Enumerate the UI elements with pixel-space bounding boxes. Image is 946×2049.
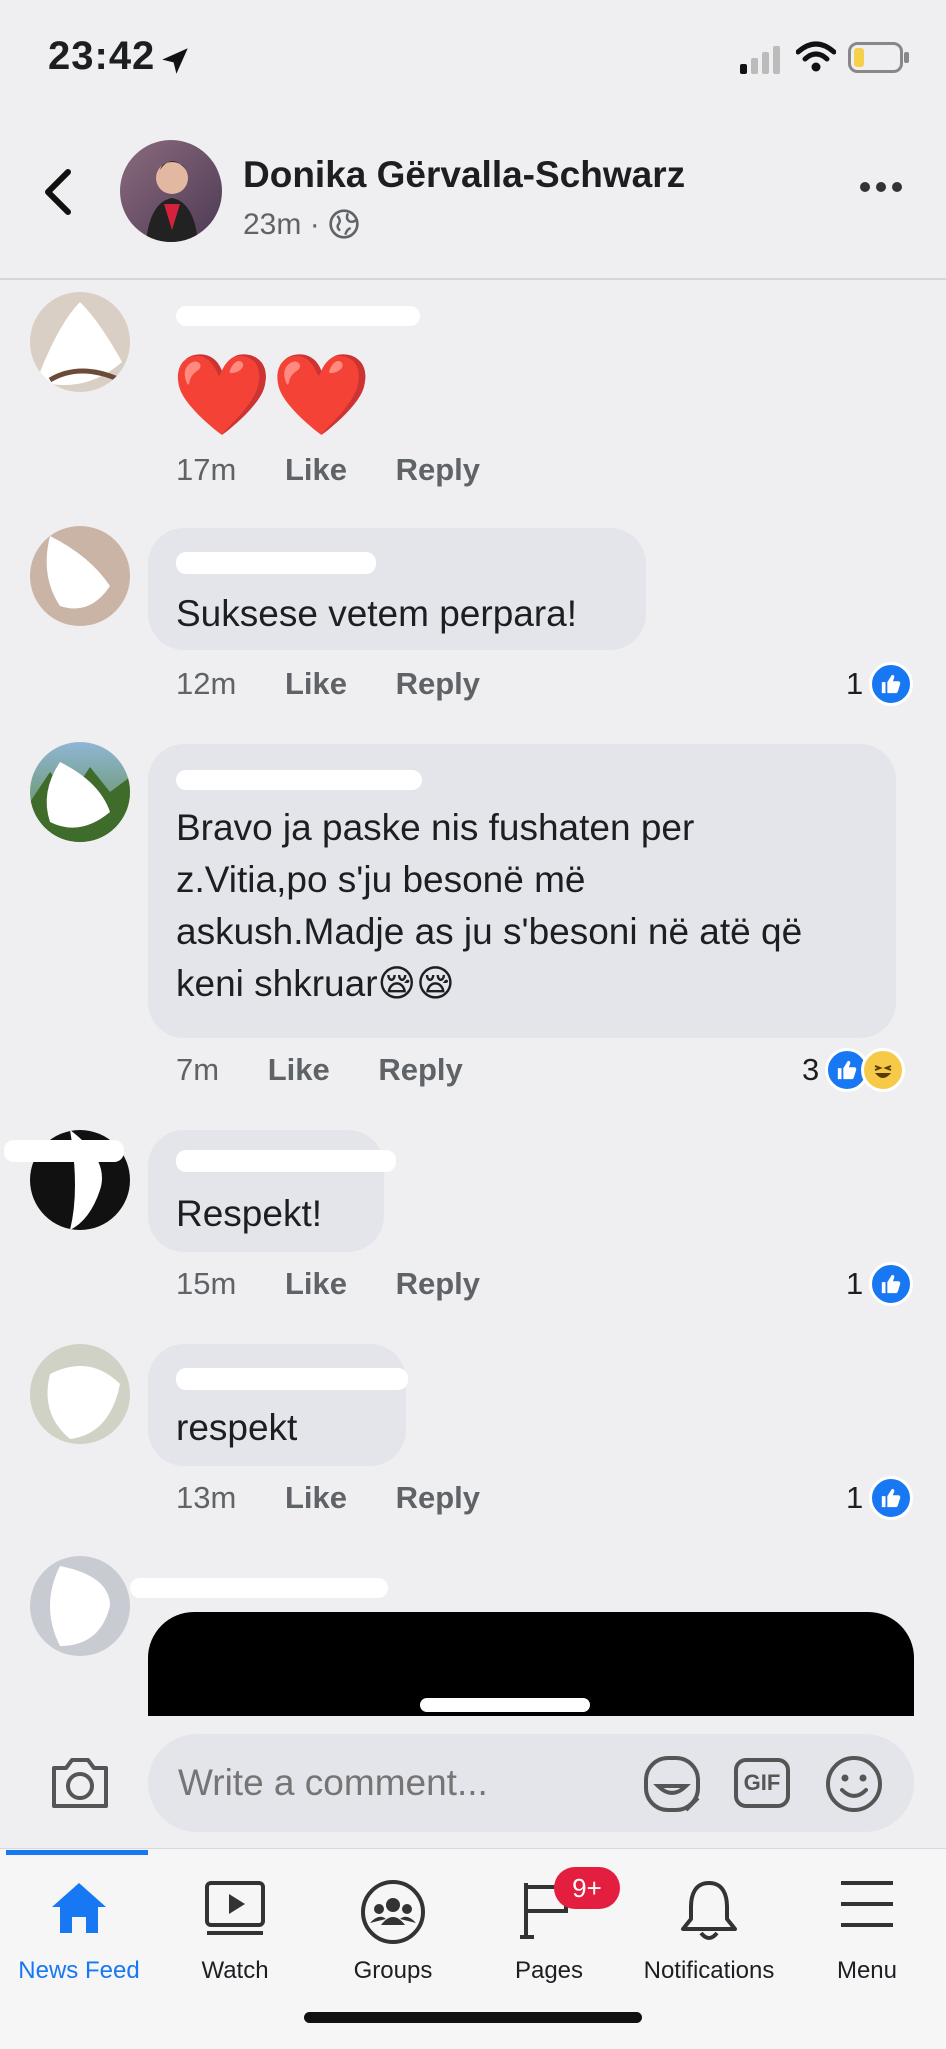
comment-time: 12m	[176, 666, 237, 701]
redacted-avatar-icon	[46, 536, 110, 609]
reaction-count: 1	[846, 1266, 864, 1301]
comment-text: ❤️❤️	[172, 350, 372, 439]
redacted-author-name	[130, 1578, 388, 1598]
tab-label: Groups	[353, 1957, 433, 1984]
reaction-summary[interactable]: 1	[846, 1262, 914, 1306]
back-chevron-icon[interactable]	[40, 168, 76, 216]
meta-separator: ·	[309, 208, 320, 241]
post-meta: 23m ·	[243, 208, 360, 242]
signal-icon	[740, 46, 780, 74]
tab-pages[interactable]: 9+ Pages	[470, 1849, 628, 1999]
reaction-count: 1	[846, 1480, 864, 1515]
thumbs-up-icon	[869, 1262, 914, 1306]
tab-label: Notifications	[643, 1957, 775, 1984]
reply-link[interactable]: Reply	[378, 1052, 462, 1087]
comment-actions: 17m Like Reply	[176, 452, 480, 488]
redacted-avatar-icon	[47, 1366, 120, 1439]
gif-button[interactable]: GIF	[734, 1758, 790, 1808]
reply-link[interactable]: Reply	[396, 1480, 480, 1515]
commenter-avatar[interactable]	[30, 742, 130, 842]
comment-text: Suksese vetem perpara!	[176, 593, 578, 634]
redacted-author-name	[176, 1150, 396, 1172]
comment-actions: 12m Like Reply	[176, 666, 480, 702]
avatar-sticker-icon[interactable]	[640, 1752, 704, 1816]
post-age: 23m	[243, 208, 302, 241]
tab-news-feed[interactable]: News Feed	[0, 1849, 158, 1999]
globe-icon	[329, 209, 359, 239]
like-link[interactable]: Like	[285, 1266, 347, 1301]
post-author-name[interactable]: Donika Gërvalla-Schwarz	[243, 154, 685, 196]
comment-text: respekt	[176, 1407, 298, 1448]
tab-notifications[interactable]: Notifications	[630, 1849, 788, 1999]
tab-label: News Feed	[18, 1957, 140, 1984]
haha-icon	[861, 1048, 906, 1092]
commenter-avatar[interactable]	[30, 1556, 130, 1656]
emoji-icon[interactable]	[824, 1754, 884, 1814]
active-tab-indicator	[6, 1850, 148, 1855]
bell-icon	[681, 1881, 737, 1940]
tab-label: Watch	[201, 1957, 269, 1984]
redacted-mark	[4, 1140, 124, 1162]
location-arrow-icon	[162, 48, 188, 74]
wifi-icon	[796, 41, 836, 72]
commenter-avatar[interactable]	[30, 1344, 130, 1444]
hamburger-icon	[841, 1881, 893, 1927]
tab-label: Pages	[514, 1957, 584, 1984]
commenter-avatar[interactable]	[30, 292, 130, 392]
reaction-summary[interactable]: 1	[846, 1476, 914, 1520]
person-photo-icon	[146, 161, 198, 242]
redacted-author-name	[176, 306, 420, 326]
redacted-author-name	[176, 770, 422, 790]
redacted-mark	[420, 1698, 590, 1712]
like-link[interactable]: Like	[268, 1052, 330, 1087]
comment-text: Bravo ja paske nis fushaten per z.Vitia,…	[176, 802, 802, 1010]
comment-time: 17m	[176, 452, 237, 487]
post-author-avatar[interactable]	[120, 140, 222, 242]
home-icon	[52, 1883, 106, 1933]
redacted-avatar-icon	[50, 1566, 110, 1646]
redacted-author-name	[176, 1368, 408, 1390]
comment-actions: 7m Like Reply	[176, 1052, 463, 1088]
reaction-summary[interactable]: 3	[802, 1048, 906, 1092]
comment-time: 13m	[176, 1480, 237, 1515]
camera-icon[interactable]	[48, 1754, 112, 1812]
reply-link[interactable]: Reply	[396, 1266, 480, 1301]
reaction-summary[interactable]: 1	[846, 662, 914, 706]
header-divider	[0, 278, 946, 280]
reply-link[interactable]: Reply	[396, 452, 480, 487]
reaction-count: 3	[802, 1052, 820, 1087]
redacted-avatar-icon	[30, 762, 130, 842]
status-time: 23:42	[48, 34, 156, 78]
like-link[interactable]: Like	[285, 666, 347, 701]
comment-text-line: keni shkruar😪😪	[176, 963, 455, 1004]
comment-actions: 15m Like Reply	[176, 1266, 480, 1302]
comment-text-line: z.Vitia,po s'ju besonë më	[176, 859, 586, 900]
watch-icon	[205, 1881, 265, 1935]
reply-link[interactable]: Reply	[396, 666, 480, 701]
reaction-count: 1	[846, 666, 864, 701]
redacted-author-name	[176, 552, 376, 574]
tab-groups[interactable]: Groups	[314, 1849, 472, 1999]
comment-input[interactable]	[148, 1734, 914, 1832]
like-link[interactable]: Like	[285, 1480, 347, 1515]
thumbs-up-icon	[869, 1476, 914, 1520]
comment-text-line: askush.Madje as ju s'besoni në atë që	[176, 911, 803, 952]
tab-label: Menu	[836, 1957, 898, 1984]
groups-icon	[361, 1880, 425, 1944]
comment-time: 7m	[176, 1052, 220, 1087]
comment-text: Respekt!	[176, 1193, 323, 1234]
comment-time: 15m	[176, 1266, 237, 1301]
thumbs-up-icon	[869, 662, 914, 706]
commenter-avatar[interactable]	[30, 526, 130, 626]
battery-icon	[848, 42, 909, 73]
comment-text-line: Bravo ja paske nis fushaten per	[176, 807, 695, 848]
pages-notification-badge: 9+	[554, 1867, 620, 1909]
home-indicator	[304, 2012, 642, 2023]
tab-menu[interactable]: Menu	[788, 1849, 946, 1999]
like-link[interactable]: Like	[285, 452, 347, 487]
more-options-icon[interactable]	[860, 182, 902, 192]
comment-actions: 13m Like Reply	[176, 1480, 480, 1516]
redacted-avatar-icon	[40, 302, 122, 386]
tab-watch[interactable]: Watch	[156, 1849, 314, 1999]
